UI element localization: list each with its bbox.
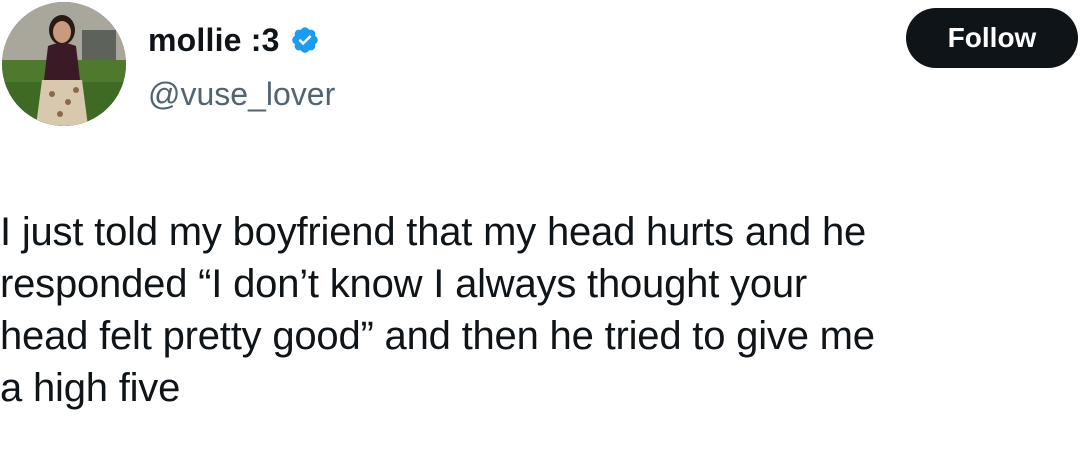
tweet-card: mollie :3 @vuse_lover Follow I just told… <box>0 0 1080 468</box>
verified-badge-icon <box>290 25 320 55</box>
author-name-row: mollie :3 <box>148 18 320 62</box>
author-handle[interactable]: @vuse_lover <box>148 72 335 116</box>
avatar-image <box>2 2 126 126</box>
avatar[interactable] <box>2 2 126 126</box>
display-name[interactable]: mollie :3 <box>148 18 280 62</box>
tweet-text: I just told my boyfriend that my head hu… <box>0 210 875 410</box>
follow-button[interactable]: Follow <box>906 8 1078 68</box>
